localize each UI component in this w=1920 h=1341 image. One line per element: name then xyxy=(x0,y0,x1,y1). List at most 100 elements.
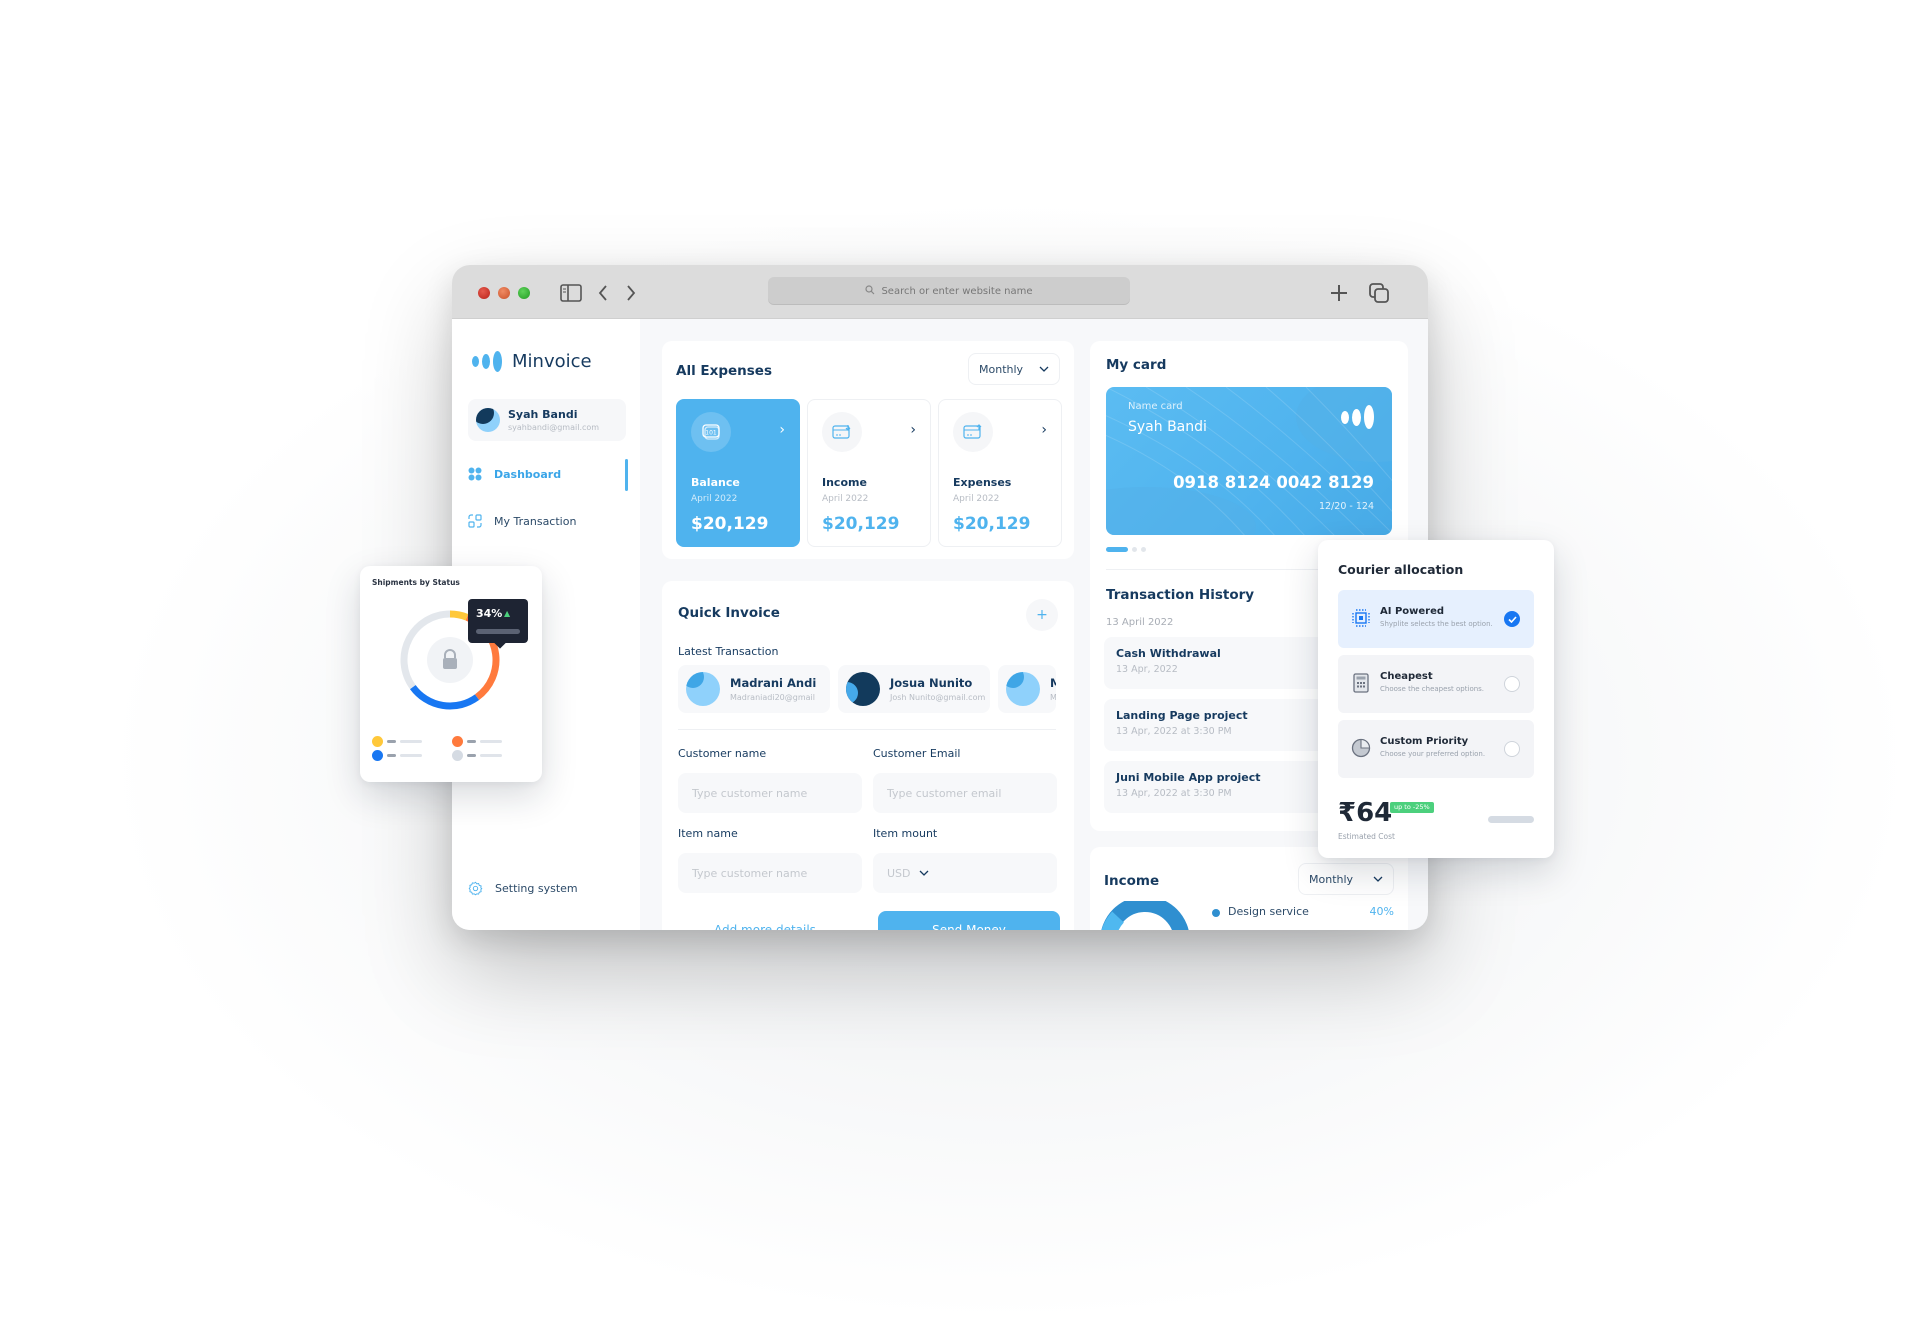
contact-email: M xyxy=(1050,693,1056,702)
option-subtitle: Shyplite selects the best option. xyxy=(1380,620,1493,628)
chevron-right-icon: › xyxy=(779,422,785,438)
radio-button[interactable] xyxy=(1504,741,1520,757)
option-title: AI Powered xyxy=(1380,606,1445,617)
legend-item xyxy=(372,750,422,761)
sidebar-item-dashboard[interactable]: Dashboard xyxy=(468,467,561,481)
chevron-down-icon xyxy=(919,870,928,876)
address-bar[interactable]: Search or enter website name xyxy=(768,277,1130,305)
sidebar-item-label: Dashboard xyxy=(494,467,562,481)
app-logo[interactable]: Minvoice xyxy=(472,351,592,372)
stat-label: Expenses xyxy=(953,476,1012,489)
stage: Search or enter website name Minvoice Sy… xyxy=(0,0,1920,1341)
stat-value: $20,129 xyxy=(691,514,769,534)
estimated-price: ₹64 xyxy=(1338,798,1393,828)
courier-option-ai[interactable]: AI Powered Shyplite selects the best opt… xyxy=(1338,590,1534,648)
income-title: Income xyxy=(1104,873,1160,889)
sidebar-item-transaction[interactable]: My Transaction xyxy=(468,514,576,528)
period-value: Monthly xyxy=(1309,872,1354,886)
browser-toolbar: Search or enter website name xyxy=(452,265,1428,319)
customer-email-input[interactable] xyxy=(873,773,1057,813)
avatar xyxy=(476,408,500,432)
avatar xyxy=(846,672,880,706)
expenses-period-select[interactable]: Monthly xyxy=(968,353,1060,385)
income-card: Income Monthly Design service 40% xyxy=(1090,847,1408,930)
history-item-title: Juni Mobile App project xyxy=(1116,771,1261,784)
add-invoice-button[interactable]: + xyxy=(1026,599,1058,631)
credit-card[interactable]: Name card Syah Bandi 0918 8124 0042 8129… xyxy=(1106,387,1392,535)
legend-dot xyxy=(1212,909,1220,917)
user-email: syahbandi@gmail.com xyxy=(508,423,600,432)
recent-contact[interactable]: Madrani Andi Madraniadi20@gmail xyxy=(678,665,830,713)
card-pager[interactable] xyxy=(1106,547,1146,552)
recent-contact[interactable]: M M xyxy=(998,665,1056,713)
active-indicator xyxy=(625,459,628,491)
transaction-history-title: Transaction History xyxy=(1106,587,1255,603)
option-title: Cheapest xyxy=(1380,671,1433,682)
customer-name-input[interactable] xyxy=(678,773,862,813)
add-more-details-link[interactable]: Add more details xyxy=(714,923,816,930)
history-item[interactable]: Landing Page project 13 Apr, 2022 at 3:3… xyxy=(1104,699,1344,751)
sidebar-item-settings[interactable]: Setting system xyxy=(468,881,578,896)
income-donut-chart xyxy=(1101,901,1189,930)
period-value: Monthly xyxy=(979,362,1024,376)
contact-name: M xyxy=(1050,676,1056,690)
history-item-date: 13 Apr, 2022 xyxy=(1116,664,1178,675)
balance-stat-card[interactable]: 101 › Balance April 2022 $20,129 xyxy=(676,399,800,547)
sidebar-toggle-icon[interactable] xyxy=(558,280,584,306)
check-circle-icon[interactable] xyxy=(1504,611,1520,627)
item-name-input[interactable] xyxy=(678,853,862,893)
option-subtitle: Choose your preferred option. xyxy=(1380,750,1486,758)
donut-segment-yellow[interactable] xyxy=(449,610,469,621)
income-period-select[interactable]: Monthly xyxy=(1298,863,1394,895)
percentage-tooltip: 34% ▲ xyxy=(468,599,528,649)
currency-select[interactable]: USD xyxy=(873,853,1057,893)
pager-dot[interactable] xyxy=(1141,547,1146,552)
stat-date: April 2022 xyxy=(822,494,869,504)
minimize-window-button[interactable] xyxy=(498,287,510,299)
courier-option-cheapest[interactable]: Cheapest Choose the cheapest options. xyxy=(1338,655,1534,713)
wallet-icon: 101 xyxy=(691,412,731,452)
transaction-icon xyxy=(468,514,482,528)
courier-title: Courier allocation xyxy=(1338,562,1464,577)
pager-dot[interactable] xyxy=(1132,547,1137,552)
svg-text:101: 101 xyxy=(705,430,717,437)
maximize-window-button[interactable] xyxy=(518,287,530,299)
send-money-button[interactable]: Send Money xyxy=(878,911,1060,930)
courier-option-custom[interactable]: Custom Priority Choose your preferred op… xyxy=(1338,720,1534,778)
expenses-stat-card[interactable]: › Expenses April 2022 $20,129 xyxy=(938,399,1062,547)
donut-segment-blue[interactable] xyxy=(409,684,480,710)
stat-date: April 2022 xyxy=(953,494,1000,504)
chip-icon xyxy=(1350,607,1372,629)
user-profile[interactable]: Syah Bandi syahbandi@gmail.com xyxy=(468,399,626,441)
back-icon[interactable] xyxy=(590,280,616,306)
avatar xyxy=(1006,672,1040,706)
shipments-title: Shipments by Status xyxy=(372,578,460,587)
app-name: Minvoice xyxy=(512,351,592,372)
quick-invoice-card: Quick Invoice + Latest Transaction Madra… xyxy=(662,581,1074,930)
radio-button[interactable] xyxy=(1504,676,1520,692)
tab-overview-icon[interactable] xyxy=(1366,280,1392,306)
history-date: 13 April 2022 xyxy=(1106,617,1174,628)
gear-icon xyxy=(468,881,483,896)
card-in-icon xyxy=(822,412,862,452)
new-tab-icon[interactable] xyxy=(1326,280,1352,306)
recent-contact[interactable]: Josua Nunito Josh Nunito@gmail.com xyxy=(838,665,990,713)
item-name-label: Item name xyxy=(678,827,738,840)
history-item-title: Landing Page project xyxy=(1116,709,1248,722)
card-expiry: 12/20 - 124 xyxy=(1319,501,1374,512)
pager-dot[interactable] xyxy=(1106,547,1128,552)
history-item[interactable]: Cash Withdrawal 13 Apr, 2022 xyxy=(1104,637,1344,689)
legend-item xyxy=(452,750,502,761)
logo-icon xyxy=(472,351,502,372)
close-window-button[interactable] xyxy=(478,287,490,299)
expenses-title: All Expenses xyxy=(676,363,772,379)
card-name-label: Name card xyxy=(1128,401,1183,412)
forward-icon[interactable] xyxy=(618,280,644,306)
income-stat-card[interactable]: › Income April 2022 $20,129 xyxy=(807,399,931,547)
contact-email: Madraniadi20@gmail xyxy=(730,693,815,702)
history-item[interactable]: Juni Mobile App project 13 Apr, 2022 at … xyxy=(1104,761,1344,813)
currency-value: USD xyxy=(887,866,911,880)
chevron-right-icon: › xyxy=(910,422,916,438)
customer-email-label: Customer Email xyxy=(873,747,961,760)
my-card-title: My card xyxy=(1106,357,1167,373)
